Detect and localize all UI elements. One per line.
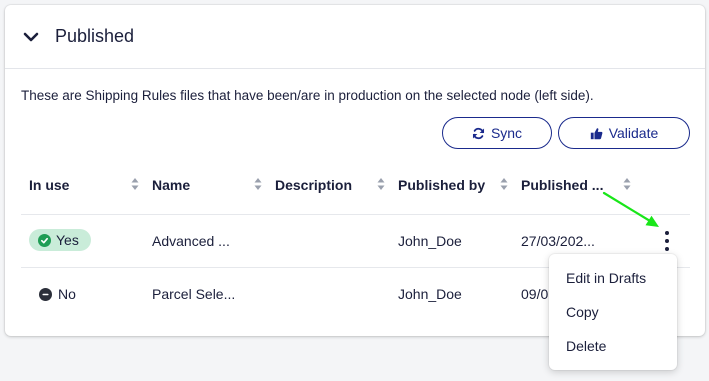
- sync-button-label: Sync: [490, 125, 523, 141]
- in-use-no: No: [39, 286, 76, 302]
- validate-button[interactable]: Validate: [558, 117, 690, 149]
- sync-icon: [472, 127, 484, 139]
- thumbs-up-icon: [590, 127, 603, 139]
- row-published-date: 27/03/202...: [521, 233, 595, 249]
- column-header-name[interactable]: Name: [152, 177, 190, 193]
- sync-button[interactable]: Sync: [442, 117, 552, 149]
- panel-title: Published: [55, 26, 135, 46]
- row-published-date: 09/0: [521, 286, 549, 302]
- menu-item-copy[interactable]: Copy: [566, 304, 599, 320]
- check-circle-icon: [38, 233, 51, 247]
- column-header-in-use[interactable]: In use: [29, 177, 69, 193]
- row-divider: [21, 214, 690, 215]
- sort-icon[interactable]: [131, 177, 139, 191]
- sort-icon[interactable]: [500, 177, 508, 191]
- in-use-label: Yes: [56, 232, 79, 248]
- row-name: Advanced ...: [152, 233, 230, 249]
- more-vertical-icon[interactable]: [663, 231, 671, 251]
- menu-item-delete[interactable]: Delete: [566, 338, 606, 354]
- menu-item-edit-in-drafts[interactable]: Edit in Drafts: [566, 270, 646, 286]
- minus-circle-icon: [39, 287, 52, 301]
- panel-description: These are Shipping Rules files that have…: [21, 88, 594, 103]
- row-published-by: John_Doe: [398, 233, 462, 249]
- sort-icon[interactable]: [377, 177, 385, 191]
- row-published-by: John_Doe: [398, 286, 462, 302]
- sort-icon[interactable]: [623, 177, 631, 191]
- in-use-badge-yes: Yes: [29, 229, 91, 251]
- in-use-label: No: [58, 286, 76, 302]
- validate-button-label: Validate: [608, 125, 659, 141]
- sort-icon[interactable]: [254, 177, 262, 191]
- column-header-description[interactable]: Description: [275, 177, 352, 193]
- chevron-down-icon[interactable]: [23, 31, 39, 43]
- row-actions-menu: Edit in Drafts Copy Delete: [549, 254, 677, 370]
- row-name: Parcel Sele...: [152, 286, 236, 302]
- panel-header[interactable]: Published: [5, 5, 705, 69]
- column-header-published[interactable]: Published ...: [521, 177, 603, 193]
- column-header-published-by[interactable]: Published by: [398, 177, 485, 193]
